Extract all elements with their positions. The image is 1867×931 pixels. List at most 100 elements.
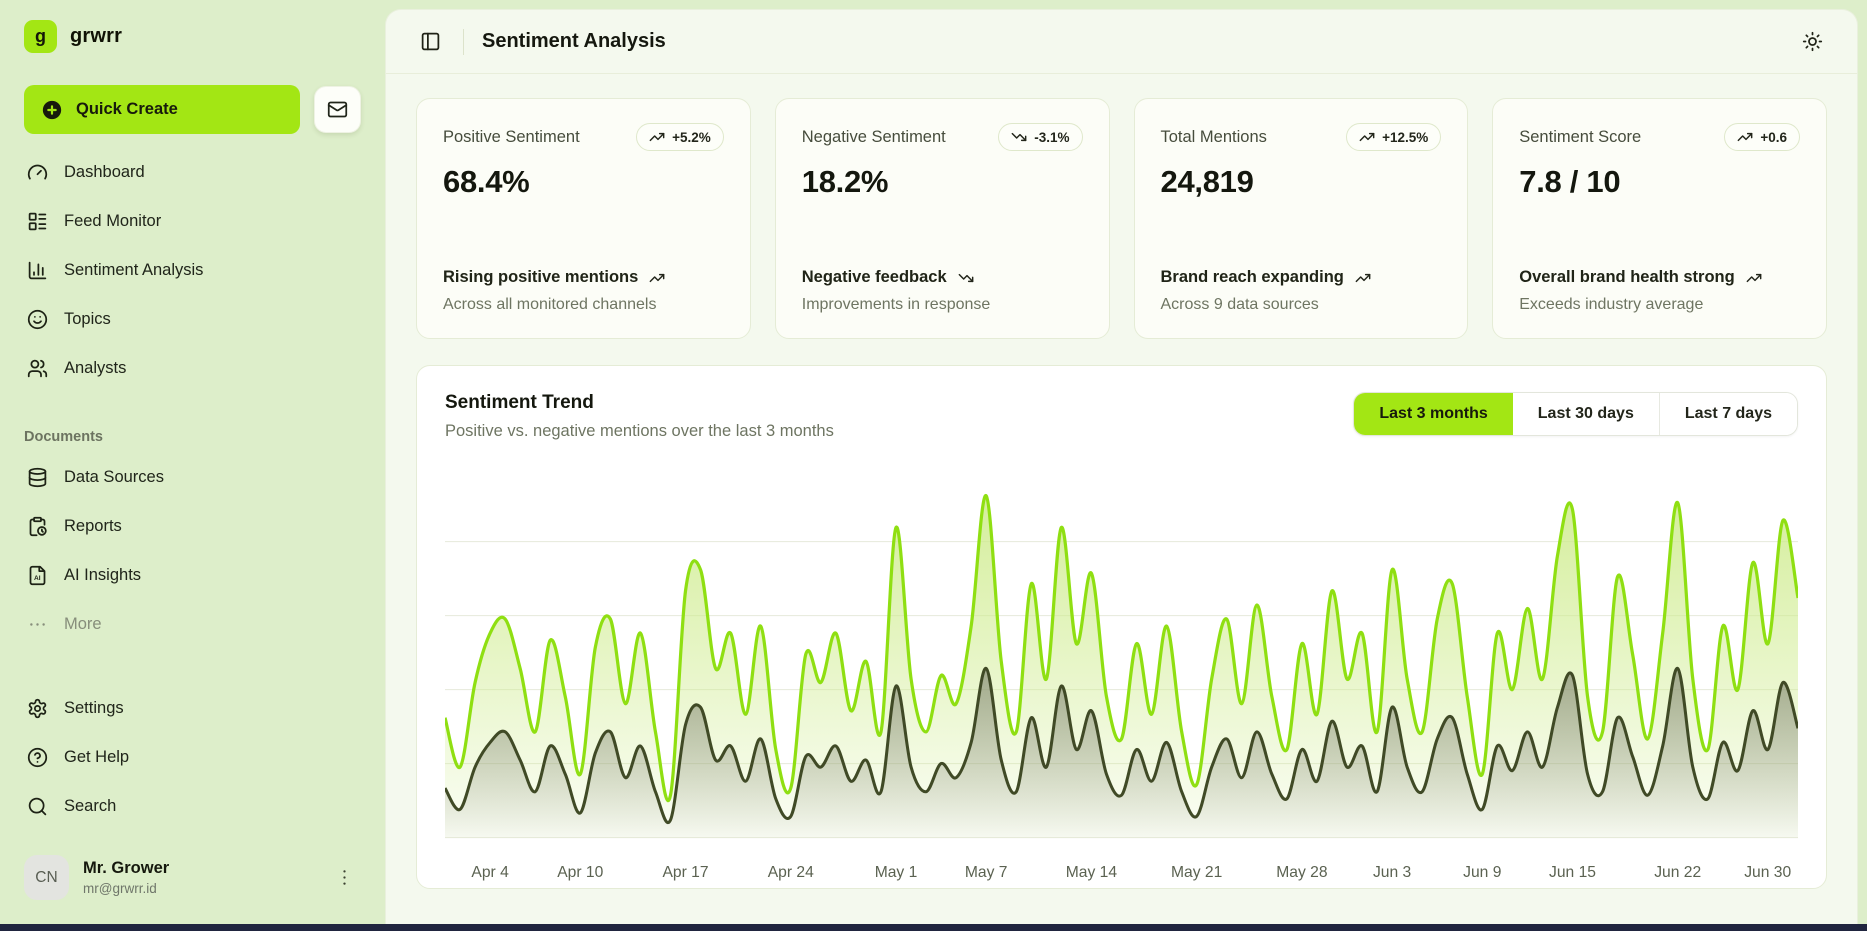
trend-down-icon (958, 270, 974, 286)
kebab-icon (334, 867, 355, 888)
trend-chart-wrap: Apr 4 Apr 10 Apr 17 Apr 24 May 1 May 7 May 14 M… (445, 467, 1798, 891)
svg-text:Jun 9: Jun 9 (1463, 864, 1501, 881)
documents-section-label: Documents (24, 429, 361, 445)
gauge-icon (27, 162, 48, 183)
svg-text:AI: AI (34, 575, 41, 582)
gear-icon (27, 698, 48, 719)
circle-plus-icon (41, 99, 63, 121)
stat-card-label: Negative Sentiment (802, 128, 946, 147)
sun-icon (1802, 31, 1823, 52)
stat-card-2: Total Mentions +12.5% 24,819 Brand reach… (1134, 98, 1469, 339)
sidebar-documents-nav: Data Sources Reports AI AI Insights More (24, 453, 361, 649)
sidebar-item-feed-monitor[interactable]: Feed Monitor (24, 197, 361, 246)
sidebar-item-settings[interactable]: Settings (24, 684, 361, 733)
trend-up-icon (649, 270, 665, 286)
theme-toggle-button[interactable] (1798, 27, 1827, 56)
svg-text:Apr 4: Apr 4 (471, 864, 509, 881)
stat-card-description: Across all monitored channels (443, 296, 724, 314)
sidebar-main-nav: Dashboard Feed Monitor Sentiment Analysi… (24, 148, 361, 393)
users-icon (27, 358, 48, 379)
trend-card-header: Sentiment Trend Positive vs. negative me… (445, 392, 1798, 441)
stat-card-headline: Rising positive mentions (443, 268, 638, 287)
stat-card-label: Sentiment Score (1519, 128, 1641, 147)
search-icon (27, 796, 48, 817)
tab-last-30-days[interactable]: Last 30 days (1513, 393, 1659, 435)
panel-left-icon (420, 31, 441, 52)
page-content: Positive Sentiment +5.2% 68.4% Rising po… (386, 74, 1857, 924)
trend-up-icon (1359, 129, 1375, 145)
sidebar-item-data-sources[interactable]: Data Sources (24, 453, 361, 502)
sidebar-item-reports[interactable]: Reports (24, 502, 361, 551)
stat-card-0: Positive Sentiment +5.2% 68.4% Rising po… (416, 98, 751, 339)
sidebar-item-ai-insights[interactable]: AI AI Insights (24, 551, 361, 600)
file-ai-icon: AI (27, 565, 48, 586)
layout-list-icon (27, 211, 48, 232)
stat-card-badge: -3.1% (998, 123, 1082, 151)
stat-card-1: Negative Sentiment -3.1% 18.2% Negative … (775, 98, 1110, 339)
stat-card-badge: +12.5% (1346, 123, 1441, 151)
quick-create-row: Quick Create (24, 85, 361, 134)
sentiment-trend-card: Sentiment Trend Positive vs. negative me… (416, 365, 1827, 889)
bar-chart-icon (27, 260, 48, 281)
main-panel: Sentiment Analysis Positive Sentiment +5… (385, 9, 1858, 924)
help-circle-icon (27, 747, 48, 768)
stat-card-label: Positive Sentiment (443, 128, 580, 147)
stat-card-badge: +5.2% (636, 123, 724, 151)
stat-card-description: Across 9 data sources (1161, 296, 1442, 314)
svg-text:May 7: May 7 (965, 864, 1008, 881)
ellipsis-icon (27, 614, 48, 635)
user-name: Mr. Grower (83, 859, 169, 879)
sidebar-toggle-button[interactable] (416, 27, 445, 56)
page-header: Sentiment Analysis (386, 10, 1857, 74)
svg-text:Apr 17: Apr 17 (662, 864, 708, 881)
trend-up-icon (1737, 129, 1753, 145)
sidebar-spacer (24, 649, 361, 684)
stat-card-value: 24,819 (1161, 164, 1442, 200)
svg-text:May 14: May 14 (1066, 864, 1118, 881)
trend-up-icon (1746, 270, 1762, 286)
trend-subtitle: Positive vs. negative mentions over the … (445, 422, 834, 441)
stat-card-description: Improvements in response (802, 296, 1083, 314)
tab-last-3-months[interactable]: Last 3 months (1354, 393, 1512, 435)
quick-create-button[interactable]: Quick Create (24, 85, 300, 134)
brand: g grwrr (24, 20, 361, 53)
svg-text:Apr 24: Apr 24 (768, 864, 814, 881)
inbox-button[interactable] (314, 86, 361, 133)
sidebar-item-topics[interactable]: Topics (24, 295, 361, 344)
svg-text:May 28: May 28 (1276, 864, 1328, 881)
stat-card-description: Exceeds industry average (1519, 296, 1800, 314)
stat-card-badge: +0.6 (1724, 123, 1800, 151)
user-menu-button[interactable] (328, 861, 361, 894)
user-profile[interactable]: CN Mr. Grower mr@grwrr.id (24, 855, 361, 900)
clipboard-clock-icon (27, 516, 48, 537)
trend-down-icon (1011, 129, 1027, 145)
bottom-edge-bar (0, 924, 1867, 931)
smile-icon (27, 309, 48, 330)
trend-title: Sentiment Trend (445, 392, 834, 414)
svg-text:Apr 10: Apr 10 (557, 864, 603, 881)
sidebar-item-dashboard[interactable]: Dashboard (24, 148, 361, 197)
database-icon (27, 467, 48, 488)
stat-card-headline: Brand reach expanding (1161, 268, 1344, 287)
svg-text:Jun 3: Jun 3 (1373, 864, 1412, 881)
svg-text:May 1: May 1 (875, 864, 918, 881)
mail-icon (327, 99, 348, 120)
sidebar-item-more[interactable]: More (24, 600, 361, 649)
brand-name: grwrr (70, 25, 122, 48)
sidebar-item-analysts[interactable]: Analysts (24, 344, 361, 393)
sidebar-item-sentiment-analysis[interactable]: Sentiment Analysis (24, 246, 361, 295)
sidebar-footer-nav: Settings Get Help Search (24, 684, 361, 831)
sidebar-item-search[interactable]: Search (24, 782, 361, 831)
svg-text:May 21: May 21 (1171, 864, 1222, 881)
sidebar: g grwrr Quick Create Dashboard Feed Moni… (0, 0, 385, 924)
svg-text:Jun 30: Jun 30 (1744, 864, 1791, 881)
trend-up-icon (649, 129, 665, 145)
sidebar-item-get-help[interactable]: Get Help (24, 733, 361, 782)
header-divider (463, 29, 464, 55)
trend-up-icon (1355, 270, 1371, 286)
user-text: Mr. Grower mr@grwrr.id (83, 859, 169, 896)
tab-last-7-days[interactable]: Last 7 days (1659, 393, 1797, 435)
user-email: mr@grwrr.id (83, 881, 169, 896)
svg-text:Jun 15: Jun 15 (1549, 864, 1596, 881)
stat-card-value: 68.4% (443, 164, 724, 200)
